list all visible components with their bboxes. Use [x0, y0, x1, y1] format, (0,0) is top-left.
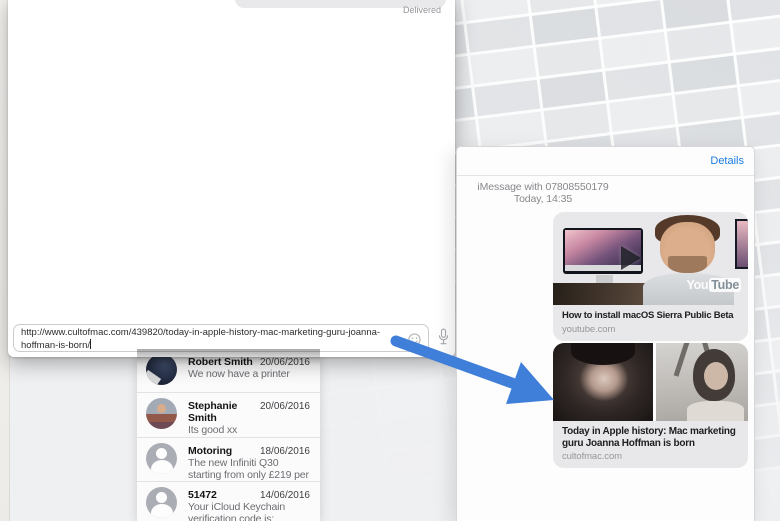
avatar [146, 398, 177, 429]
conversation-window: Details iMessage with 07808550179 Today,… [456, 146, 755, 521]
contact-name: Motoring [188, 445, 233, 457]
play-icon [621, 246, 642, 271]
details-button[interactable]: Details [710, 147, 744, 175]
message-preview: We now have a printer [188, 369, 290, 380]
link-domain: cultofmac.com [562, 451, 622, 462]
link-title: Today in Apple history: Mac marketing gu… [562, 426, 736, 449]
conversation-list-item[interactable]: Stephanie Smith 20/06/2016 Its good xx [137, 392, 320, 437]
portrait-photo-right [656, 343, 748, 421]
link-title: How to install macOS Sierra Public Beta [562, 310, 734, 321]
monitor-graphic [735, 218, 748, 269]
delivered-status: Delivered [402, 5, 441, 15]
person-icon [146, 487, 177, 518]
person-icon [146, 443, 177, 474]
link-preview-caption: Today in Apple history: Mac marketing gu… [553, 421, 748, 468]
conversation-toolbar: Details [457, 147, 754, 176]
emoji-picker-icon[interactable] [408, 333, 421, 346]
article-thumbnails [553, 343, 748, 421]
text-caret [90, 339, 91, 349]
conversation-date: 14/06/2016 [259, 490, 310, 501]
microphone-icon[interactable] [438, 328, 449, 346]
compose-window: Delivered http://www.cultofmac.com/43982… [8, 0, 455, 357]
imessage-with-label: iMessage with 07808550179 [477, 181, 609, 193]
link-preview-caption: How to install macOS Sierra Public Beta … [553, 305, 748, 341]
link-domain: youtube.com [562, 323, 616, 335]
conversation-list-item[interactable]: 51472 14/06/2016 Your iCloud Keychain ve… [137, 481, 320, 521]
link-preview-youtube[interactable]: You Tube How to install macOS Sierra Publ… [553, 212, 748, 341]
portrait-photo-left [553, 343, 653, 421]
chat-header: iMessage with 07808550179 Today, 14:35 [457, 181, 629, 205]
composite-screenshot: Robert Smith 20/06/2016 We now have a pr… [0, 0, 780, 521]
contact-name: Robert Smith [188, 356, 253, 368]
avatar [146, 354, 177, 385]
conversation-date: 20/06/2016 [259, 401, 310, 412]
timestamp-label: Today, 14:35 [513, 193, 573, 205]
message-preview: Its good xx [188, 425, 238, 436]
message-input-text: http://www.cultofmac.com/439820/today-in… [21, 327, 381, 351]
youtube-logo: You Tube [686, 278, 741, 292]
conversation-list: Robert Smith 20/06/2016 We now have a pr… [137, 349, 320, 521]
message-preview: Your iCloud Keychain verification code i… [188, 502, 286, 521]
link-preview-article[interactable]: Today in Apple history: Mac marketing gu… [553, 343, 748, 468]
message-preview: The new Infiniti Q30 starting from only … [188, 458, 309, 481]
youtube-video-thumbnail: You Tube [553, 212, 748, 305]
message-input[interactable]: http://www.cultofmac.com/439820/today-in… [13, 324, 429, 352]
conversation-date: 20/06/2016 [259, 357, 310, 368]
conversation-date: 18/06/2016 [259, 446, 310, 457]
contact-name: 51472 [188, 489, 217, 501]
contact-name: Stephanie Smith [188, 400, 238, 424]
conversation-list-item[interactable]: Motoring 18/06/2016 The new Infiniti Q30… [137, 437, 320, 481]
